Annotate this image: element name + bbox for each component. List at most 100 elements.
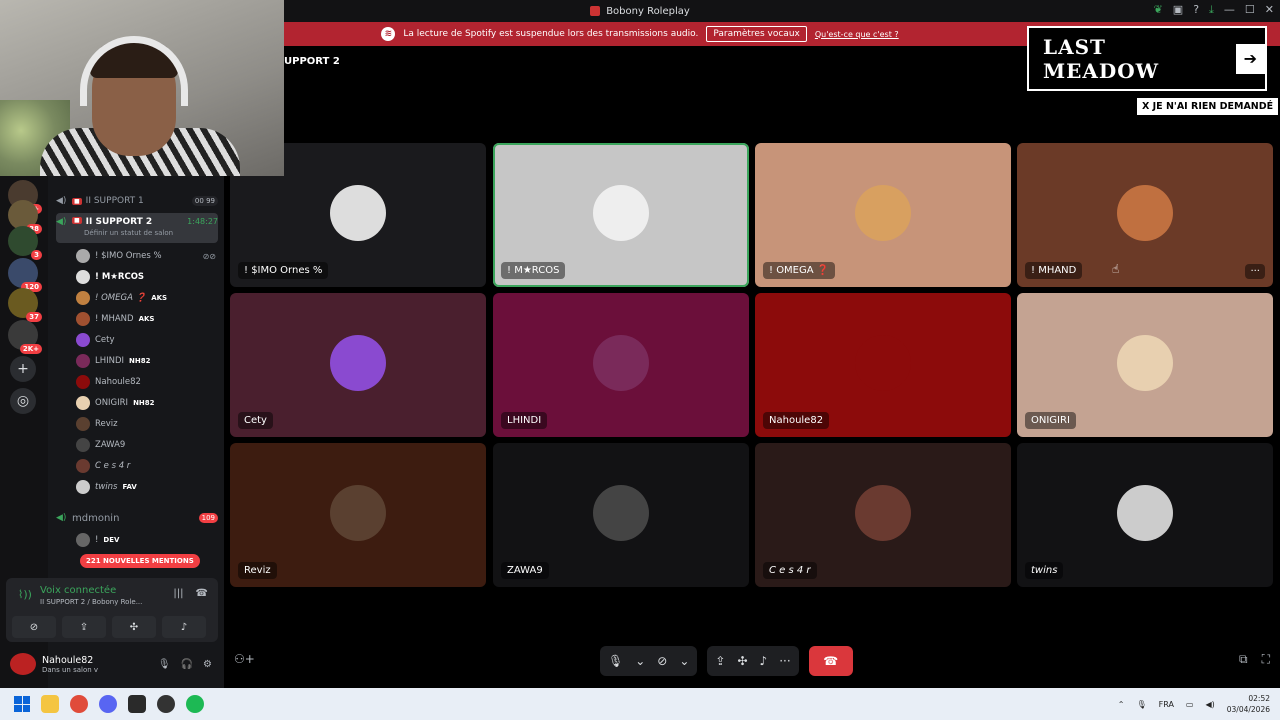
camera-off-button[interactable]: ⊘ xyxy=(12,616,56,638)
participant-name: Nahoule82 xyxy=(763,412,830,429)
popout-icon[interactable]: ⧉ xyxy=(1239,652,1248,667)
screen-share-icon[interactable]: ⇪ xyxy=(715,654,725,668)
network-icon[interactable]: ▭ xyxy=(1186,700,1194,709)
soundboard-icon[interactable]: ♪ xyxy=(760,654,768,668)
headphones-icon[interactable]: 🎧 xyxy=(181,659,193,670)
voice-member[interactable]: ! M★RCOS xyxy=(76,268,216,286)
volume-icon[interactable]: ◀) xyxy=(1205,700,1214,709)
screen-share-button[interactable]: ⇪ xyxy=(62,616,106,638)
camera-off-icon[interactable]: ⊘ xyxy=(657,654,667,668)
more-icon[interactable]: ··· xyxy=(779,654,790,668)
minimize-button[interactable]: — xyxy=(1224,3,1235,17)
voice-stage: UPPORT 2 ! $IMO Ornes % ! M★RCOS ! OMEGA… xyxy=(224,46,1280,688)
voice-member[interactable]: Cety xyxy=(76,331,216,349)
noise-suppression-icon[interactable]: ||| xyxy=(173,588,183,599)
maximize-button[interactable]: ☐ xyxy=(1245,3,1255,17)
windows-start-icon[interactable] xyxy=(14,696,30,712)
channel-name: II SUPPORT 1 xyxy=(85,196,144,206)
voice-member[interactable]: ! OMEGA ❓ AKS xyxy=(76,289,216,307)
channel-tag: ■ xyxy=(72,217,82,224)
voice-channel-support-2[interactable]: ◀) ■ II SUPPORT 2 1:48:27 Définir un sta… xyxy=(56,213,218,243)
participant-tile[interactable]: ! OMEGA ❓ xyxy=(755,143,1011,287)
clock[interactable]: 02:52 03/04/2026 xyxy=(1227,693,1270,715)
activities-icon[interactable]: ✣ xyxy=(737,654,747,668)
discord-icon[interactable] xyxy=(99,695,117,713)
participant-tile[interactable]: Cety xyxy=(230,293,486,437)
participant-tile[interactable]: twins xyxy=(1017,443,1273,587)
media-controls: 🎙 ⌄ ⊘ ⌄ xyxy=(600,646,698,676)
signal-icon: ⌇)) xyxy=(18,588,32,601)
stream-logo-overlay: LAST MEADOW ➔ xyxy=(1027,26,1267,91)
avatar[interactable] xyxy=(10,653,36,675)
voice-channel-mdmonin[interactable]: ◀) mdmonin 109 xyxy=(56,508,218,528)
participant-tile[interactable]: Reviz xyxy=(230,443,486,587)
voice-connection-panel: ⌇)) Voix connectée II SUPPORT 2 / Bobony… xyxy=(6,578,218,642)
discover-icon[interactable]: ◎ xyxy=(10,388,36,414)
obs-icon[interactable] xyxy=(157,695,175,713)
microphone-icon[interactable]: 🎙 xyxy=(608,654,623,668)
voice-member[interactable]: LHINDI NH82 xyxy=(76,352,216,370)
voice-channel-support-1[interactable]: ◀) ■ II SUPPORT 1 00 99 xyxy=(56,191,218,211)
fullscreen-icon[interactable]: ⛶ xyxy=(1262,652,1270,667)
voice-member[interactable]: ZAWA9 xyxy=(76,436,216,454)
microphone-icon[interactable]: 🎙 xyxy=(158,659,171,670)
voice-member[interactable]: twins FAV xyxy=(76,478,216,496)
participant-tile[interactable]: ! M★RCOS xyxy=(493,143,749,287)
voice-member[interactable]: ! DEV xyxy=(76,531,216,549)
participant-tile[interactable]: ONIGIRI xyxy=(1017,293,1273,437)
participant-tile[interactable]: ! MHAND ··· xyxy=(1017,143,1273,287)
add-server-icon[interactable]: + xyxy=(10,356,36,382)
system-tray: ⌃ 🎙 FRA ▭ ◀) 02:52 03/04/2026 xyxy=(1118,693,1280,715)
user-info[interactable]: Nahoule82 Dans un salon v xyxy=(36,655,98,674)
microphone-icon[interactable]: 🎙 xyxy=(1136,700,1146,709)
file-explorer-icon[interactable] xyxy=(41,695,59,713)
participant-name: ! M★RCOS xyxy=(501,262,566,279)
participant-tile[interactable]: C e s 4 r xyxy=(755,443,1011,587)
soundboard-button[interactable]: ♪ xyxy=(162,616,206,638)
nitro-icon[interactable]: ❦ xyxy=(1154,3,1163,17)
set-status-hint[interactable]: Définir un statut de salon xyxy=(84,229,173,237)
voice-member[interactable]: C e s 4 r xyxy=(76,457,216,475)
voice-member[interactable]: ! $IMO Ornes % ⊘⊘ xyxy=(76,247,216,265)
activities-button[interactable]: ✣ xyxy=(112,616,156,638)
gear-icon[interactable]: ⚙ xyxy=(203,659,212,670)
server-icon[interactable]: 3 xyxy=(8,226,42,260)
voice-member[interactable]: ! MHAND AKS xyxy=(76,310,216,328)
server-icon[interactable]: 37 xyxy=(8,288,42,322)
channel-title: UPPORT 2 xyxy=(284,56,340,67)
headset xyxy=(80,36,188,106)
spotify-icon[interactable] xyxy=(186,695,204,713)
voice-channel-path[interactable]: II SUPPORT 2 / Bobony Role... xyxy=(40,598,142,606)
hand-cursor-icon: ☝ xyxy=(1112,262,1120,276)
whats-this-link[interactable]: Qu'est-ce que c'est ? xyxy=(815,30,899,39)
new-mentions-pill[interactable]: 221 NOUVELLES MENTIONS xyxy=(80,554,200,568)
more-options-icon[interactable]: ··· xyxy=(1245,264,1265,279)
voice-connected-label[interactable]: Voix connectée xyxy=(40,585,116,596)
capcut-icon[interactable] xyxy=(128,695,146,713)
chevron-down-icon[interactable]: ⌄ xyxy=(635,654,645,668)
language-indicator[interactable]: FRA xyxy=(1159,700,1174,709)
username: Nahoule82 xyxy=(42,654,94,666)
download-icon[interactable]: ⤓ xyxy=(1209,3,1214,17)
help-icon[interactable]: ? xyxy=(1193,3,1199,17)
chevron-down-icon[interactable]: ⌄ xyxy=(679,654,689,668)
inbox-icon[interactable]: ▣ xyxy=(1173,3,1183,17)
disconnect-button[interactable]: ☎ xyxy=(808,646,853,676)
voice-member[interactable]: ONIGIRI NH82 xyxy=(76,394,216,412)
webcam-overlay xyxy=(0,0,284,176)
close-button[interactable]: ✕ xyxy=(1265,3,1274,17)
avatar xyxy=(1117,335,1173,391)
server-icon[interactable]: 2K+ xyxy=(8,320,42,354)
voice-settings-button[interactable]: Paramètres vocaux xyxy=(706,26,807,42)
disconnect-icon[interactable]: ☎ xyxy=(196,588,208,599)
participant-tile[interactable]: Nahoule82 xyxy=(755,293,1011,437)
voice-member[interactable]: Nahoule82 xyxy=(76,373,216,391)
chrome-icon[interactable] xyxy=(70,695,88,713)
participant-tile[interactable]: LHINDI xyxy=(493,293,749,437)
participant-tile[interactable]: ZAWA9 xyxy=(493,443,749,587)
invite-icon[interactable]: ⚇+ xyxy=(234,652,255,666)
member-tag: DEV xyxy=(103,536,120,544)
chevron-up-icon[interactable]: ⌃ xyxy=(1118,700,1125,709)
server-icon[interactable]: 120 xyxy=(8,258,42,292)
voice-member[interactable]: Reviz xyxy=(76,415,216,433)
